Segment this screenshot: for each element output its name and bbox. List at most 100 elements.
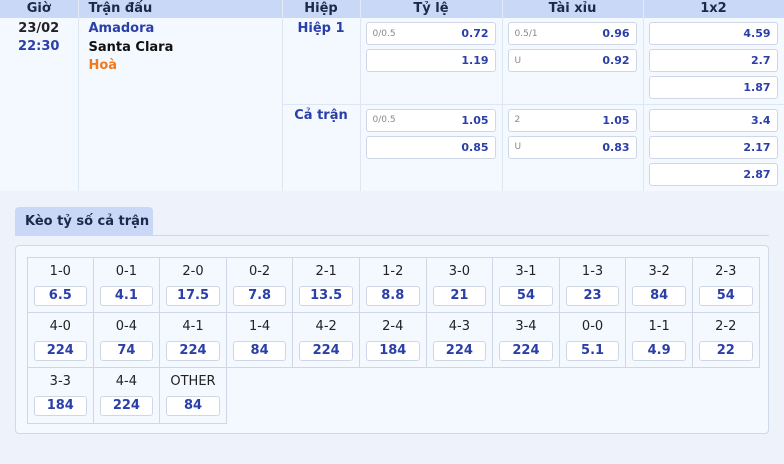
away-team[interactable]: Santa Clara [89,39,282,58]
odds-value: 1.87 [743,81,771,94]
score-label: 0-1 [115,264,137,279]
score-odds-button[interactable]: 184 [34,396,87,416]
overunder-line: 0.5/1 [514,28,538,39]
tab-divider [15,235,769,236]
odds-button[interactable]: 3.4 [648,108,778,132]
odds-button[interactable]: 0/0.5 0.72 [365,22,496,45]
odds-button[interactable]: U 0.83 [507,135,637,159]
score-label: 0-2 [248,264,271,279]
odds-button[interactable]: 2.17 [648,135,778,159]
overunder-cell: 0.5/1 0.96 U 0.92 [502,18,644,104]
odds-value: 3.4 [751,113,771,127]
score-odds-button[interactable]: 13.5 [299,286,353,306]
odds-button[interactable]: 1.87 [648,76,778,99]
col-header-half: Hiệp [282,0,361,18]
col-header-1x2: 1x2 [643,0,784,18]
score-cell: 0-4 74 [93,312,161,368]
score-cell: 0-2 7.8 [226,257,294,313]
score-odds-button[interactable]: 224 [432,340,487,361]
score-odds-button[interactable]: 54 [499,286,553,306]
score-cell: 1-0 6.5 [27,257,94,313]
odds-button[interactable]: 2.87 [648,162,778,186]
table-header-row: Giờ Trận đấu Hiệp Tỷ lệ Tài xỉu 1x2 [0,0,784,18]
score-odds-button[interactable]: 74 [99,340,154,361]
score-cell: 3-1 54 [493,257,560,313]
match-hour: 22:30 [18,39,60,54]
odds-button[interactable]: U 0.92 [507,49,637,72]
odds-value: 4.59 [743,27,771,40]
half-label: Cả trận [282,103,361,191]
col-header-time: Giờ [0,0,79,18]
table-row: 23/02 22:30 Amadora Santa Clara Hoà Hiệp… [0,18,784,191]
correct-score-panel: 1-0 6.5 0-1 4.1 2-0 17.5 0-2 7.8 2-1 13.5 1-2 8.8 3-… [15,245,769,434]
score-cell: 2-2 22 [692,312,760,368]
odds-value: 0.85 [461,140,489,154]
odds-button[interactable]: 0/0.5 1.05 [365,108,496,132]
score-odds-button[interactable]: 6.5 [34,286,87,306]
score-odds-button[interactable]: 23 [565,286,620,306]
score-odds-button[interactable]: 17.5 [166,286,220,306]
score-label: 2-3 [715,264,737,279]
score-label: 2-1 [315,264,337,279]
score-label: 1-3 [581,264,604,279]
odds-button[interactable]: 2.7 [648,49,778,72]
score-odds-button[interactable]: 5.1 [565,340,620,361]
score-odds-button[interactable]: 7.8 [232,286,287,306]
score-label: OTHER [170,374,216,389]
odds-button[interactable]: 0.5/1 0.96 [507,22,637,45]
score-odds-button[interactable]: 8.8 [365,286,420,306]
score-label: 4-3 [448,318,470,334]
score-cell: 4-4 224 [93,368,161,424]
score-cell: 2-1 13.5 [293,257,360,313]
overunder-line: 2 [514,115,521,125]
odds-button[interactable]: 4.59 [648,22,778,45]
odds-button[interactable]: 2 1.05 [507,108,637,132]
half-label: Hiệp 1 [282,18,361,104]
odds-button[interactable]: 0.85 [365,135,496,159]
score-cell: 3-3 184 [27,368,94,424]
score-cell: 4-1 224 [160,312,227,368]
odds-value: 2.7 [751,54,771,67]
handicap-cell: 0/0.5 0.72 1.19 [360,18,503,104]
score-label: 3-4 [515,318,537,334]
score-odds-button[interactable]: 184 [365,340,420,361]
score-label: 3-2 [648,264,670,279]
score-odds-button[interactable]: 224 [34,340,87,361]
score-cell: 2-0 17.5 [160,257,227,313]
score-odds-button[interactable]: 84 [232,340,287,361]
score-odds-button[interactable]: 224 [166,340,220,361]
draw-label: Hoà [88,58,118,73]
score-odds-button[interactable]: 84 [632,286,686,306]
score-odds-button[interactable]: 224 [99,396,154,416]
handicap-cell: 0/0.5 1.05 0.85 [360,103,503,191]
score-label: 2-4 [382,318,404,334]
score-cell: 1-3 23 [559,257,627,313]
score-cell: 1-4 84 [226,312,294,368]
odds-button[interactable]: 1.19 [365,49,496,72]
score-odds-button[interactable]: 21 [432,286,487,306]
odds-value: 1.19 [461,54,489,67]
score-label: 2-2 [715,318,737,334]
score-odds-button[interactable]: 4.9 [632,340,686,361]
score-label: 3-3 [49,374,71,389]
score-odds-button[interactable]: 224 [299,340,353,361]
score-odds-button[interactable]: 224 [499,340,553,361]
score-label: 1-2 [382,264,404,279]
handicap-line: 0/0.5 [372,115,396,125]
home-team[interactable]: Amadora [89,20,282,39]
score-cell: 4-2 224 [293,312,360,368]
correct-score-grid: 1-0 6.5 0-1 4.1 2-0 17.5 0-2 7.8 2-1 13.5 1-2 8.8 3-… [27,257,760,424]
score-odds-button[interactable]: 54 [698,286,753,306]
handicap-line: 0/0.5 [372,28,396,39]
score-odds-button[interactable]: 4.1 [99,286,154,306]
score-label: 2-0 [182,264,204,279]
score-odds-button[interactable]: 22 [698,340,753,361]
score-odds-button[interactable]: 84 [166,396,220,416]
col-header-handicap: Tỷ lệ [360,0,503,18]
score-label: 3-1 [515,264,537,279]
1x2-cell: 4.59 2.7 1.87 [643,18,784,104]
odds-value: 0.72 [461,27,489,40]
tab-correct-score[interactable]: Kèo tỷ số cả trận [15,207,153,236]
score-cell: 2-3 54 [692,257,760,313]
overunder-line: U [514,142,522,152]
